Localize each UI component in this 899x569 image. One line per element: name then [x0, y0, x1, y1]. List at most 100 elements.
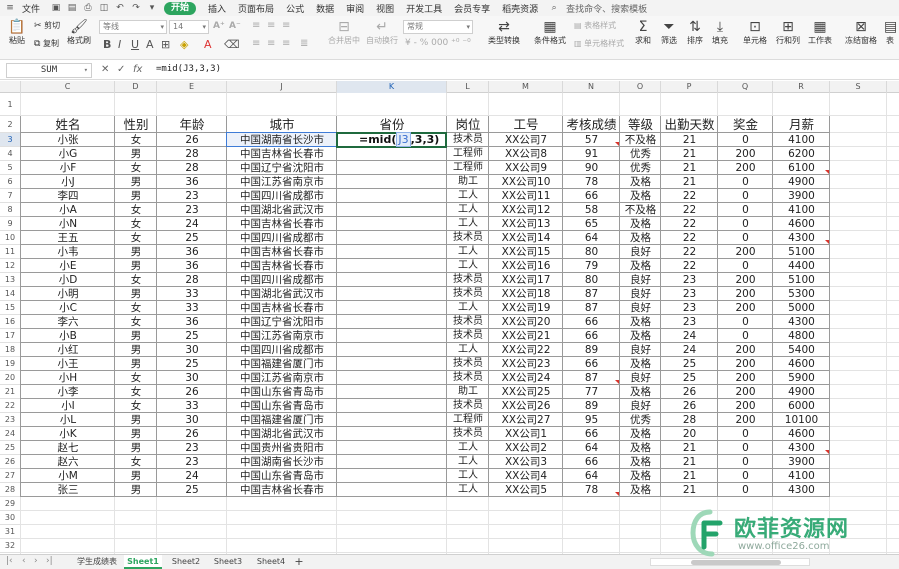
table-cell[interactable]: 优秀	[620, 413, 661, 427]
table-cell[interactable]: 3900	[773, 455, 830, 469]
table-cell[interactable]: 66	[563, 427, 620, 441]
first-sheet-icon[interactable]: |‹	[6, 556, 13, 566]
table-cell[interactable]: 21	[661, 175, 718, 189]
table-cell[interactable]: 中国湖南省长沙市	[227, 455, 337, 469]
table-cell[interactable]: 23	[661, 315, 718, 329]
table-cell[interactable]: 0	[718, 231, 773, 245]
table-cell[interactable]: 25	[157, 329, 227, 343]
sheet-tab-grades[interactable]: 学生成绩表	[72, 555, 122, 569]
table-cell[interactable]: 男	[115, 413, 157, 427]
table-cell[interactable]: 女	[115, 385, 157, 399]
column-header[interactable]: M	[489, 81, 563, 93]
table-cell[interactable]: 24	[157, 217, 227, 231]
column-title[interactable]: 出勤天数	[661, 116, 718, 133]
table-cell[interactable]: 工人	[447, 441, 489, 455]
table-cell[interactable]: 优秀	[620, 161, 661, 175]
table-cell[interactable]: 中国湖北省武汉市	[227, 287, 337, 301]
row-header[interactable]: 27	[0, 469, 20, 483]
table-cell[interactable]: 男	[115, 189, 157, 203]
table-cell[interactable]: 及格	[620, 357, 661, 371]
row-header[interactable]: 31	[0, 525, 20, 539]
table-cell[interactable]: 工程师	[447, 147, 489, 161]
tab-developer[interactable]: 开发工具	[406, 2, 442, 15]
table-cell[interactable]: 21	[661, 441, 718, 455]
currency-icon[interactable]: ¥ - % 000 ⁺⁰ ⁻⁰	[405, 38, 471, 48]
table-cell[interactable]: 26	[661, 385, 718, 399]
table-cell[interactable]: 5000	[773, 301, 830, 315]
row-header[interactable]: 17	[0, 329, 20, 343]
table-cell[interactable]: 中国山东省青岛市	[227, 469, 337, 483]
formula-input[interactable]: =mid(J3,3,3)	[156, 64, 221, 74]
table-cell[interactable]: 小B	[21, 329, 115, 343]
sheet-tab-sheet1[interactable]: Sheet1	[124, 555, 162, 569]
table-cell[interactable]	[337, 259, 447, 273]
folder-icon[interactable]: ▤	[66, 2, 78, 14]
table-cell[interactable]: 男	[115, 483, 157, 497]
table-cell[interactable]: 66	[563, 189, 620, 203]
table-cell[interactable]: 女	[115, 217, 157, 231]
copy-button[interactable]: ⧉ 复制	[34, 38, 62, 49]
row-header[interactable]: 13	[0, 273, 20, 287]
undo-icon[interactable]: ↶	[114, 2, 126, 14]
table-cell[interactable]: 4400	[773, 259, 830, 273]
table-cell[interactable]: 4600	[773, 357, 830, 371]
table-cell[interactable]	[337, 203, 447, 217]
table-cell[interactable]: XX公司14	[489, 231, 563, 245]
cell-button[interactable]: ⊡ 单元格	[740, 19, 770, 46]
table-cell[interactable]: 技术员	[447, 231, 489, 245]
table-cell[interactable]	[337, 231, 447, 245]
table-cell[interactable]	[337, 273, 447, 287]
table-cell[interactable]: 200	[718, 147, 773, 161]
border-icon[interactable]: ⊞	[161, 38, 170, 51]
table-cell[interactable]: 技术员	[447, 329, 489, 343]
row-header[interactable]: 22	[0, 399, 20, 413]
table-cell[interactable]: 中国贵州省贵阳市	[227, 441, 337, 455]
table-cell[interactable]: 及格	[620, 483, 661, 497]
table-cell[interactable]: 4100	[773, 203, 830, 217]
table-cell[interactable]: 6000	[773, 399, 830, 413]
table-cell[interactable]: 25	[157, 231, 227, 245]
table-cell[interactable]: 工人	[447, 483, 489, 497]
table-cell[interactable]: 小李	[21, 385, 115, 399]
table-cell[interactable]: 0	[718, 483, 773, 497]
column-title[interactable]: 省份	[337, 116, 447, 133]
table-cell[interactable]: 中国湖北省武汉市	[227, 203, 337, 217]
table-cell[interactable]: XX公司17	[489, 273, 563, 287]
table-cell[interactable]: 中国山东省青岛市	[227, 399, 337, 413]
column-title[interactable]: 年龄	[157, 116, 227, 133]
table-cell[interactable]: 0	[718, 217, 773, 231]
row-header[interactable]: 9	[0, 217, 20, 231]
table-cell[interactable]: 21	[661, 469, 718, 483]
column-header[interactable]: N	[563, 81, 620, 93]
table-cell[interactable]: 赵七	[21, 441, 115, 455]
table-cell[interactable]: 4300	[773, 315, 830, 329]
column-header[interactable]: R	[773, 81, 830, 93]
table-cell[interactable]: 4800	[773, 329, 830, 343]
table-cell[interactable]: 男	[115, 287, 157, 301]
table-cell[interactable]: 4300	[773, 441, 830, 455]
table-cell[interactable]: 36	[157, 245, 227, 259]
table-cell[interactable]: 66	[563, 329, 620, 343]
table-cell[interactable]: 28	[661, 413, 718, 427]
table-cell[interactable]: 良好	[620, 287, 661, 301]
table-cell[interactable]: 64	[563, 469, 620, 483]
table-cell[interactable]: 4300	[773, 483, 830, 497]
table-cell[interactable]: 技术员	[447, 371, 489, 385]
column-header[interactable]: O	[620, 81, 661, 93]
table-cell[interactable]: XX公司23	[489, 357, 563, 371]
table-cell[interactable]: 80	[563, 273, 620, 287]
table-cell[interactable]	[337, 343, 447, 357]
table-cell[interactable]: 女	[115, 203, 157, 217]
table-cell[interactable]	[337, 469, 447, 483]
fill-button[interactable]: ⤓ 填充	[709, 19, 731, 46]
table-cell[interactable]: 22	[661, 231, 718, 245]
column-title[interactable]: 考核成绩	[563, 116, 620, 133]
table-cell[interactable]	[337, 413, 447, 427]
sheet-tab-sheet2[interactable]: Sheet2	[167, 555, 205, 569]
tab-view[interactable]: 视图	[376, 2, 394, 15]
table-cell[interactable]: 及格	[620, 315, 661, 329]
table-cell[interactable]: 王五	[21, 231, 115, 245]
align-top-icon[interactable]: ≡	[252, 20, 260, 31]
align-left-icon[interactable]: ≡	[252, 38, 260, 49]
table-cell[interactable]: 30	[157, 413, 227, 427]
